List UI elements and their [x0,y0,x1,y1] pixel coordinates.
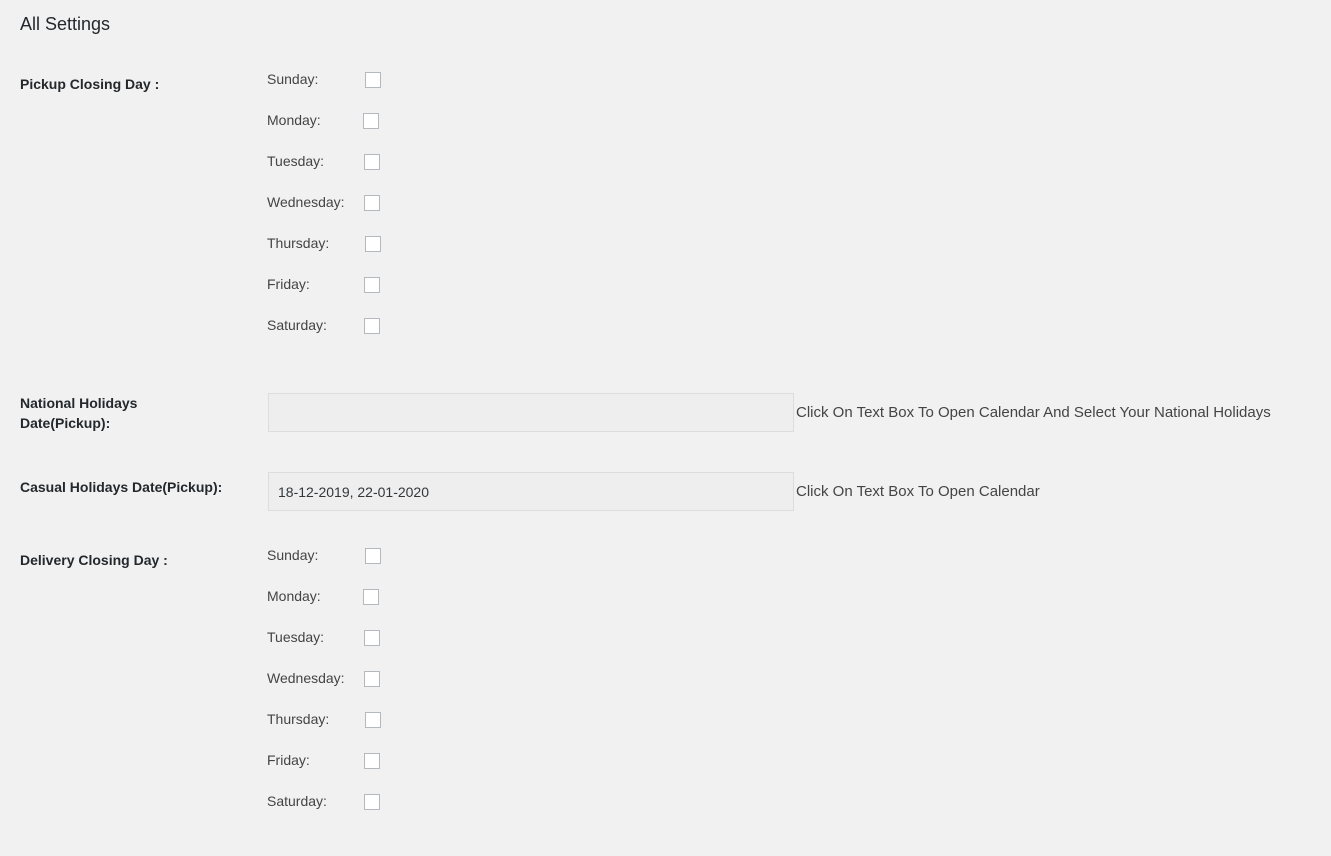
delivery-monday-checkbox[interactable] [363,589,379,605]
pickup-day-label-monday: Monday: [267,112,321,128]
pickup-friday-checkbox[interactable] [364,277,380,293]
delivery-friday-checkbox[interactable] [364,753,380,769]
delivery-closing-day-label: Delivery Closing Day : [20,552,168,568]
delivery-day-label-sunday: Sunday: [267,547,319,563]
pickup-closing-day-label: Pickup Closing Day : [20,76,160,92]
delivery-wednesday-checkbox[interactable] [364,671,380,687]
settings-page: All Settings Pickup Closing Day : Sunday… [0,0,1331,856]
pickup-day-label-wednesday: Wednesday: [267,194,345,210]
pickup-saturday-checkbox[interactable] [364,318,380,334]
casual-holidays-label: Casual Holidays Date(Pickup): [20,479,223,495]
delivery-day-label-monday: Monday: [267,588,321,604]
national-holidays-label-line2: Date(Pickup): [20,415,111,431]
pickup-day-label-thursday: Thursday: [267,235,330,251]
pickup-day-label-tuesday: Tuesday: [267,153,325,169]
delivery-day-label-tuesday: Tuesday: [267,629,325,645]
pickup-wednesday-checkbox[interactable] [364,195,380,211]
pickup-day-label-sunday: Sunday: [267,71,319,87]
pickup-sunday-checkbox[interactable] [365,72,381,88]
casual-holidays-input[interactable] [268,472,794,511]
national-holidays-label-line1: National Holidays [20,395,138,411]
national-holidays-helper: Click On Text Box To Open Calendar And S… [796,404,1271,421]
delivery-sunday-checkbox[interactable] [365,548,381,564]
pickup-day-label-saturday: Saturday: [267,317,327,333]
delivery-tuesday-checkbox[interactable] [364,630,380,646]
delivery-thursday-checkbox[interactable] [365,712,381,728]
delivery-saturday-checkbox[interactable] [364,794,380,810]
pickup-monday-checkbox[interactable] [363,113,379,129]
pickup-tuesday-checkbox[interactable] [364,154,380,170]
pickup-day-label-friday: Friday: [267,276,310,292]
delivery-day-label-thursday: Thursday: [267,711,330,727]
delivery-day-label-friday: Friday: [267,752,310,768]
casual-holidays-helper: Click On Text Box To Open Calendar [796,483,1040,500]
page-title: All Settings [20,14,111,34]
national-holidays-label: National Holidays Date(Pickup): [20,393,235,433]
national-holidays-input[interactable] [268,393,794,432]
pickup-thursday-checkbox[interactable] [365,236,381,252]
delivery-day-label-saturday: Saturday: [267,793,327,809]
delivery-day-label-wednesday: Wednesday: [267,670,345,686]
